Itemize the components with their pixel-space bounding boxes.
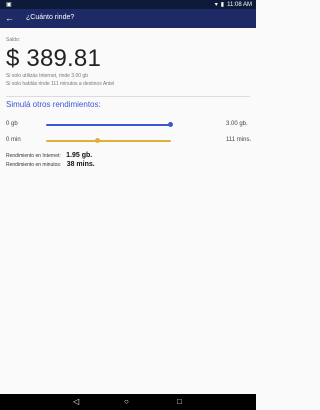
calls-note: Si solo hablás rinde 111 minutos a desti… <box>6 81 115 87</box>
divider <box>6 96 250 97</box>
status-icons: ▾ ▮ 11:08 AM <box>214 1 252 9</box>
data-slider-max: 3.00 gb. <box>226 121 248 127</box>
back-arrow-icon[interactable]: ← <box>5 13 14 23</box>
clock: 11:08 AM <box>227 1 252 8</box>
nav-bar: ◁ ○ □ <box>0 394 256 410</box>
nav-recent-icon[interactable]: □ <box>177 397 182 407</box>
minutes-slider-min: 0 min <box>6 137 21 143</box>
minutes-result-label: Rendimiento en minutos: <box>6 162 62 168</box>
minutes-slider-track[interactable] <box>46 140 171 142</box>
page-title: ¿Cuánto rinde? <box>26 14 75 21</box>
data-slider-min: 0 gb <box>6 121 18 127</box>
data-slider-row: 0 gb 3.00 gb. <box>0 120 256 130</box>
wifi-icon: ▾ <box>214 2 218 8</box>
data-slider-thumb[interactable] <box>168 122 173 127</box>
balance-amount: $ 389.81 <box>6 45 102 72</box>
nav-back-icon[interactable]: ◁ <box>73 397 79 407</box>
data-slider-track[interactable] <box>46 124 171 126</box>
simulate-title: Simulá otros rendimientos: <box>6 100 101 109</box>
minutes-slider-row: 0 min 111 mins. <box>0 136 256 146</box>
internet-result-label: Rendimiento en Internet: <box>6 153 61 159</box>
notification-icon: ▣ <box>6 2 12 8</box>
minutes-slider-thumb[interactable] <box>95 138 100 143</box>
internet-note: Si solo utilizás Internet, rinde 3.00 gb <box>6 73 88 79</box>
balance-label: Saldo: <box>6 37 21 43</box>
app-bar: ← ¿Cuánto rinde? <box>0 9 256 28</box>
internet-result: Rendimiento en Internet: 1.95 gb. <box>6 152 92 159</box>
minutes-result: Rendimiento en minutos: 38 mins. <box>6 161 95 168</box>
minutes-slider-max: 111 mins. <box>226 137 252 143</box>
internet-result-value: 1.95 gb. <box>66 152 93 159</box>
status-bar: ▣ ▾ ▮ 11:08 AM <box>0 0 256 9</box>
battery-icon: ▮ <box>220 2 225 8</box>
nav-home-icon[interactable]: ○ <box>124 397 129 407</box>
minutes-result-value: 38 mins. <box>66 161 95 168</box>
